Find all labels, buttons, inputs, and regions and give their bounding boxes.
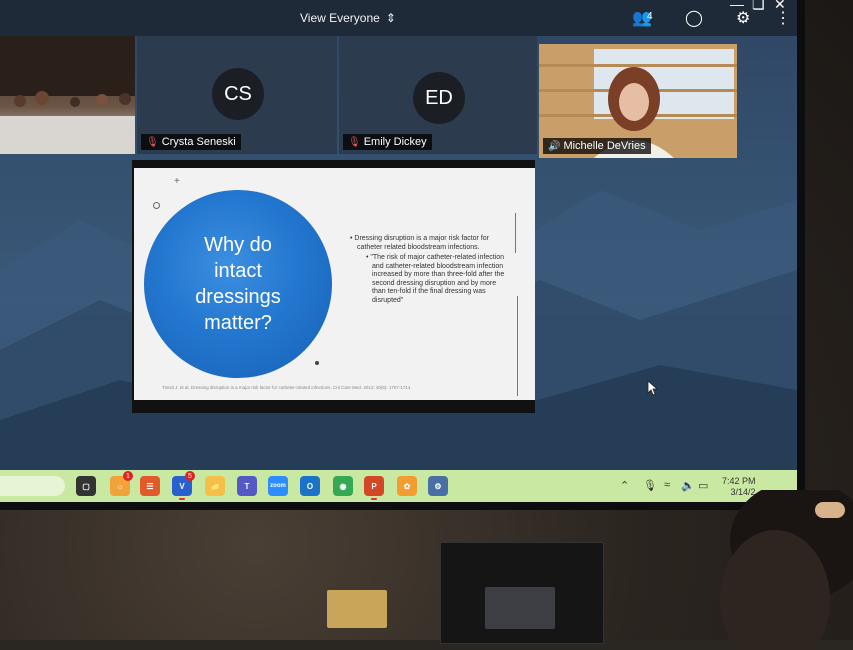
participant-tile-room[interactable] (0, 36, 135, 154)
meeting-window: View Everyone ⇕ 👥 4 ◯ ⚙ ⋮ — ❏ ✕ CS 🎙 Cry… (0, 0, 797, 502)
chat-bubble-icon[interactable]: ◯ (685, 8, 703, 28)
tv-bezel: View Everyone ⇕ 👥 4 ◯ ⚙ ⋮ — ❏ ✕ CS 🎙 Cry… (0, 0, 805, 510)
participant-name: Emily Dickey (363, 136, 427, 148)
bullet-main: • Dressing disruption is a major risk fa… (350, 235, 490, 251)
foreground-person (720, 490, 853, 650)
notification-badge: 1 (123, 471, 133, 481)
slide-citation: Timsit J, et al. Dressing disruption is … (162, 385, 412, 390)
ring-decoration-icon (153, 202, 160, 209)
monitor-screen (485, 587, 555, 629)
mic-active-icon: 🔊 (548, 140, 561, 152)
view-label: View Everyone (300, 11, 380, 25)
updown-chevron-icon: ⇕ (385, 11, 396, 25)
participant-name-tag: 🎙 Emily Dickey (343, 134, 432, 150)
notification-badge: 5 (185, 471, 195, 481)
zoom-icon[interactable]: zoom (268, 476, 288, 496)
room-video-feed (0, 36, 135, 154)
task-view-icon[interactable]: ▢ (76, 476, 96, 496)
slide-bullets: • Dressing disruption is a major risk fa… (349, 235, 509, 305)
search-box[interactable] (0, 476, 65, 496)
bullet-sub: • "The risk of major catheter-related in… (366, 254, 505, 304)
divider-line (515, 213, 516, 253)
outlook-icon[interactable]: O (300, 476, 320, 496)
microphone-icon[interactable]: 🎙 (643, 479, 657, 492)
presentation-slide: + Why do intact dressings matter? • Dres… (134, 168, 535, 400)
restore-icon[interactable]: ❏ (752, 0, 765, 13)
participant-name-tag: 🎙 Crysta Seneski (141, 134, 241, 150)
plus-decoration-icon: + (174, 176, 180, 187)
view-everyone-dropdown[interactable]: View Everyone ⇕ (300, 11, 396, 25)
wifi-icon[interactable]: ≈ (664, 479, 670, 491)
shared-screen: + Why do intact dressings matter? • Dres… (132, 160, 535, 413)
mouse-cursor-icon (647, 380, 659, 396)
running-indicator (179, 498, 185, 500)
close-icon[interactable]: ✕ (774, 0, 786, 13)
participant-tile-crysta[interactable]: CS 🎙 Crysta Seneski (137, 36, 337, 154)
chat-icon[interactable]: ☰ (140, 476, 160, 496)
room-monitor (440, 542, 604, 644)
title-circle: Why do intact dressings matter? (144, 190, 332, 378)
chevron-up-icon[interactable]: ⌃ (620, 479, 629, 492)
mic-muted-icon: 🎙 (348, 136, 361, 148)
slide-title: Why do intact dressings matter? (195, 234, 281, 334)
teams-icon[interactable]: T (237, 476, 257, 496)
clock-time: 7:42 PM (722, 476, 756, 486)
divider-line (517, 296, 518, 396)
mic-muted-icon: 🎙 (146, 136, 159, 148)
settings-icon[interactable]: ⚙ (428, 476, 448, 496)
pinwheel-icon[interactable]: ✿ (397, 476, 417, 496)
participant-tile-michelle[interactable]: 🔊 Michelle DeVries (539, 44, 737, 158)
wall-outlet-plate (327, 590, 387, 628)
powerpoint-icon[interactable]: P (364, 476, 384, 496)
bullet-sub-text: "The risk of major catheter-related infe… (370, 254, 505, 304)
participant-name-tag: 🔊 Michelle DeVries (543, 138, 651, 154)
avatar: ED (413, 72, 465, 124)
dot-decoration-icon (315, 361, 319, 365)
participant-count: 4 (647, 11, 653, 22)
minimize-icon[interactable]: — (730, 0, 744, 12)
chrome-icon[interactable]: ◉ (333, 476, 353, 496)
participant-name: Crysta Seneski (161, 136, 236, 148)
participant-name: Michelle DeVries (563, 140, 646, 152)
running-indicator (371, 498, 377, 500)
avatar: CS (212, 68, 264, 120)
folder-icon[interactable]: 📁 (205, 476, 225, 496)
meeting-topbar: View Everyone ⇕ 👥 4 ◯ ⚙ ⋮ — ❏ ✕ (0, 0, 797, 36)
windows-taskbar: ▢ ☼ 1 ☰ V 5 📁 Tzoom O ◉ P ✿ ⚙ ⌃ 🎙 ≈ 🔈 ▭ 7:42 PM 3/14… (0, 470, 797, 502)
bullet-main-text: Dressing disruption is a major risk fact… (354, 235, 490, 251)
participant-tile-emily[interactable]: ED 🎙 Emily Dickey (339, 36, 537, 154)
